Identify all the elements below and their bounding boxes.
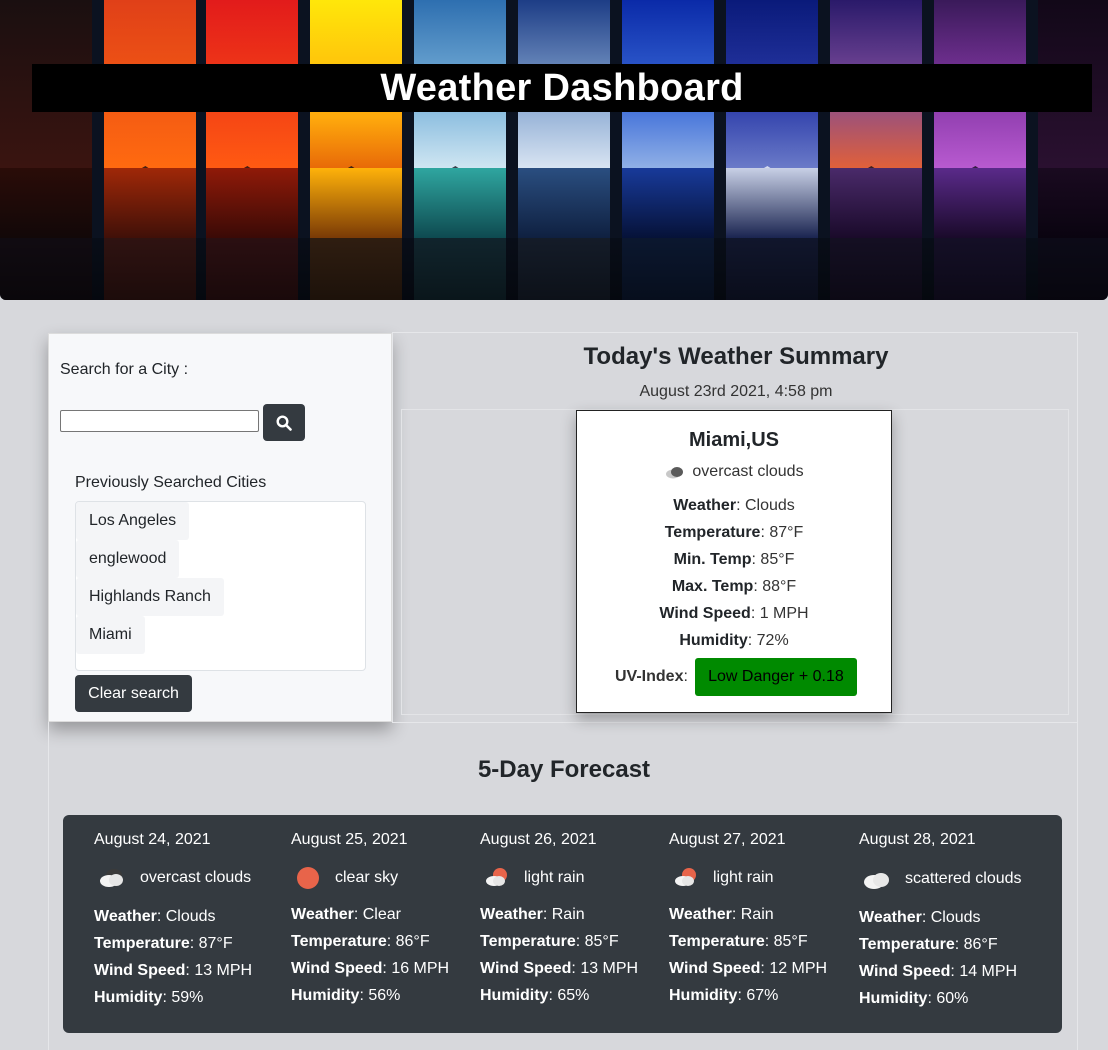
- city-item-highlands-ranch[interactable]: Highlands Ranch: [76, 578, 224, 616]
- forecast-temperature-line: Temperature: 87°F: [94, 935, 233, 952]
- scattered-clouds-icon: [864, 873, 889, 889]
- overcast-clouds-icon: [666, 467, 684, 479]
- header-banner: Weather Dashboard: [0, 0, 1108, 300]
- forecast-date: August 28, 2021: [859, 831, 976, 848]
- forecast-wind-line: Wind Speed: 14 MPH: [859, 963, 1018, 980]
- forecast-wind-line: Wind Speed: 13 MPH: [94, 962, 253, 979]
- forecast-day-card: August 26, 2021 light rain Weather: Rain…: [480, 815, 655, 1033]
- forecast-description-row: clear sky: [291, 866, 398, 890]
- city-item-miami[interactable]: Miami: [76, 616, 145, 654]
- overcast-clouds-icon: [100, 869, 123, 887]
- forecast-wind-line: Wind Speed: 16 MPH: [291, 960, 450, 977]
- forecast-humidity-line: Humidity: 60%: [859, 990, 969, 1007]
- search-sidebar: Search for a City : Previously Searched …: [48, 333, 392, 722]
- forecast-date: August 24, 2021: [94, 831, 211, 848]
- forecast-temperature-line: Temperature: 85°F: [669, 933, 808, 950]
- forecast-wind-line: Wind Speed: 12 MPH: [669, 960, 828, 977]
- search-input[interactable]: [60, 410, 259, 432]
- forecast-description-row: scattered clouds: [859, 866, 1022, 892]
- forecast-humidity-line: Humidity: 67%: [669, 987, 779, 1004]
- clear-search-button[interactable]: Clear search: [75, 675, 192, 712]
- clear-sky-icon: [297, 867, 319, 889]
- forecast-temperature-line: Temperature: 86°F: [291, 933, 430, 950]
- forecast-temperature-line: Temperature: 86°F: [859, 936, 998, 953]
- forecast-weather-line: Weather: Rain: [669, 906, 774, 923]
- today-description: overcast clouds: [692, 463, 804, 480]
- forecast-description: light rain: [713, 869, 774, 886]
- today-weather-line: Weather: Clouds: [673, 497, 795, 514]
- forecast-humidity-line: Humidity: 65%: [480, 987, 590, 1004]
- today-temperature-line: Temperature: 87°F: [664, 524, 804, 541]
- uv-index-row: UV-Index: Low Danger + 0.18: [615, 658, 857, 696]
- forecast-panel: August 24, 2021 overcast clouds Weather:…: [63, 815, 1062, 1033]
- today-max-temp-line: Max. Temp: 88°F: [671, 578, 797, 595]
- forecast-humidity-line: Humidity: 59%: [94, 989, 204, 1006]
- today-weather-card: Miami,US overcast clouds Weather: Clouds…: [576, 410, 892, 713]
- forecast-description-row: light rain: [669, 866, 773, 890]
- today-datetime: August 23rd 2021, 4:58 pm: [639, 383, 833, 400]
- search-icon: [276, 414, 292, 431]
- city-name: Miami,US: [688, 429, 780, 451]
- city-item-englewood[interactable]: englewood: [76, 540, 180, 578]
- forecast-section-title: 5-Day Forecast: [477, 756, 651, 783]
- forecast-weather-line: Weather: Clouds: [859, 909, 981, 926]
- title-bar: Weather Dashboard: [32, 64, 1092, 112]
- light-rain-icon: [675, 868, 696, 886]
- search-label: Search for a City :: [60, 361, 189, 378]
- forecast-humidity-line: Humidity: 56%: [291, 987, 401, 1004]
- forecast-day-card: August 28, 2021 scattered clouds Weather…: [859, 815, 1049, 1033]
- forecast-description: scattered clouds: [905, 870, 1022, 887]
- previous-cities-label: Previously Searched Cities: [75, 474, 267, 491]
- today-wind-speed-line: Wind Speed: 1 MPH: [659, 605, 809, 622]
- today-section-title: Today's Weather Summary: [583, 343, 889, 370]
- forecast-date: August 27, 2021: [669, 831, 786, 848]
- today-description-row: overcast clouds: [577, 463, 891, 481]
- forecast-weather-line: Weather: Clouds: [94, 908, 216, 925]
- uv-index-badge: Low Danger + 0.18: [694, 658, 857, 696]
- forecast-day-card: August 27, 2021 light rain Weather: Rain…: [669, 815, 844, 1033]
- forecast-description: light rain: [524, 869, 585, 886]
- forecast-day-card: August 24, 2021 overcast clouds Weather:…: [94, 815, 274, 1033]
- forecast-weather-line: Weather: Rain: [480, 906, 585, 923]
- page-title: Weather Dashboard: [380, 66, 744, 109]
- previous-cities-list: Los Angeles englewood Highlands Ranch Mi…: [75, 501, 366, 671]
- forecast-description-row: overcast clouds: [94, 866, 251, 890]
- search-button[interactable]: [263, 404, 305, 441]
- today-humidity-line: Humidity: 72%: [679, 632, 789, 649]
- today-min-temp-line: Min. Temp: 85°F: [673, 551, 795, 568]
- forecast-temperature-line: Temperature: 85°F: [480, 933, 619, 950]
- forecast-date: August 25, 2021: [291, 831, 408, 848]
- uv-index-label: UV-Index: [615, 668, 684, 685]
- light-rain-icon: [486, 868, 507, 886]
- forecast-description: clear sky: [335, 869, 399, 886]
- city-item-los-angeles[interactable]: Los Angeles: [76, 502, 190, 540]
- forecast-date: August 26, 2021: [480, 831, 597, 848]
- forecast-description-row: light rain: [480, 866, 584, 890]
- forecast-weather-line: Weather: Clear: [291, 906, 401, 923]
- forecast-day-card: August 25, 2021 clear sky Weather: Clear…: [291, 815, 466, 1033]
- forecast-wind-line: Wind Speed: 13 MPH: [480, 960, 639, 977]
- forecast-description: overcast clouds: [140, 869, 252, 886]
